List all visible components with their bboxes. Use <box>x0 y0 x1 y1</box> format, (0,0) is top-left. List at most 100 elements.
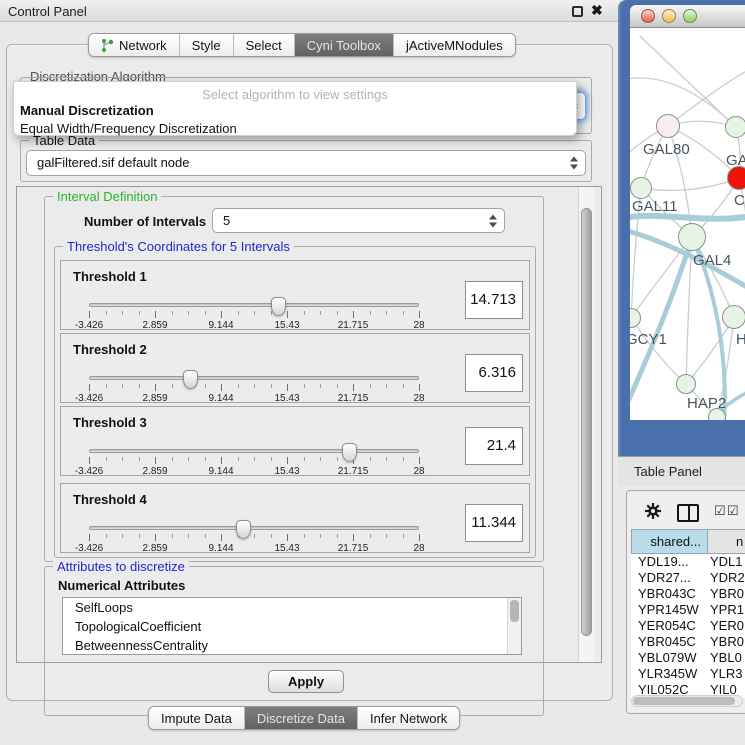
tick-mark <box>419 457 420 464</box>
attribute-item[interactable]: BetweennessCentrality <box>63 636 521 655</box>
tick-mark <box>370 457 371 461</box>
scrollbar-thumb[interactable] <box>510 600 519 622</box>
tick-mark <box>89 384 90 391</box>
tick-mark <box>122 384 123 388</box>
threshold-value-field[interactable]: 14.713 <box>465 281 523 319</box>
network-node-label: GAL4 <box>693 252 731 269</box>
checkbox-icon[interactable]: ☑ <box>727 503 739 519</box>
slider-handle[interactable] <box>236 520 251 539</box>
network-node[interactable] <box>678 223 706 251</box>
tab-label: Style <box>192 38 221 53</box>
slider-handle[interactable] <box>342 443 357 462</box>
tab-label: jActiveMNodules <box>406 38 503 53</box>
tick-mark <box>172 534 173 538</box>
tick-mark <box>106 384 107 388</box>
slider-ticks <box>89 384 419 392</box>
table-cell-name: YBR0 <box>708 634 745 650</box>
algorithm-option-equal-width[interactable]: Equal Width/Frequency Discretization <box>14 120 576 138</box>
close-icon[interactable]: ✖ <box>591 2 603 19</box>
checkbox-icon[interactable]: ☑ <box>714 503 726 519</box>
table-cell-shared-name: YBL079W <box>631 650 708 666</box>
tick-mark <box>254 384 255 388</box>
network-node-label: GCY1 <box>630 331 667 348</box>
close-traffic-light[interactable] <box>641 9 655 23</box>
column-header-name[interactable]: n <box>708 529 745 554</box>
tick-mark <box>254 457 255 461</box>
tick-mark <box>238 384 239 388</box>
tab-jactivemnodules[interactable]: jActiveMNodules <box>394 34 515 56</box>
scrollbar-thumb[interactable] <box>581 208 592 636</box>
tab-cyni-toolbox[interactable]: Cyni Toolbox <box>295 34 394 56</box>
tick-mark <box>353 384 354 391</box>
tick-mark <box>238 311 239 315</box>
apply-button[interactable]: Apply <box>268 670 344 693</box>
tick-mark <box>139 384 140 388</box>
network-view-window[interactable]: GAL80GACGAL11GAL4GCY1HHAP2 <box>618 0 745 456</box>
attribute-item[interactable]: TopologicalCoefficient <box>63 617 521 636</box>
tick-label: 9.144 <box>208 393 233 404</box>
threshold-slider[interactable]: -3.4262.8599.14415.4321.71528 <box>89 518 419 552</box>
control-panel-titlebar: Control Panel ✖ <box>0 0 618 22</box>
tick-mark <box>122 457 123 461</box>
tick-label: -3.426 <box>75 320 103 331</box>
tab-select[interactable]: Select <box>234 34 295 56</box>
table-cell-name: YDR2 <box>708 570 745 586</box>
table-cell-name: YLR3 <box>708 666 745 682</box>
table-row[interactable]: YDL19...YDL1 <box>631 554 745 570</box>
table-row[interactable]: YBL079WYBL0 <box>631 650 745 666</box>
network-canvas[interactable]: GAL80GACGAL11GAL4GCY1HHAP2 <box>630 28 745 420</box>
tick-mark <box>304 457 305 461</box>
zoom-traffic-light[interactable] <box>683 9 697 23</box>
tick-label: -3.426 <box>75 466 103 477</box>
threshold-value-field[interactable]: 11.344 <box>465 504 523 542</box>
tab-infer-network[interactable]: Infer Network <box>358 707 459 729</box>
list-scrollbar[interactable] <box>507 598 521 654</box>
network-node[interactable] <box>725 116 745 138</box>
network-node-label: GAL80 <box>643 141 690 158</box>
network-node[interactable] <box>630 177 652 199</box>
attribute-item[interactable]: SelfLoops <box>63 598 521 617</box>
network-window-titlebar[interactable] <box>630 5 745 28</box>
table-row[interactable]: YBR045CYBR0 <box>631 634 745 650</box>
minimize-traffic-light[interactable] <box>662 9 676 23</box>
network-node[interactable] <box>676 374 696 394</box>
slider-tick-labels: -3.4262.8599.14415.4321.71528 <box>89 466 419 478</box>
tick-mark <box>254 311 255 315</box>
network-node[interactable] <box>656 114 680 138</box>
tick-mark <box>271 384 272 388</box>
tick-label: 21.715 <box>338 466 369 477</box>
scrollbar-thumb[interactable] <box>633 697 735 705</box>
float-window-icon[interactable] <box>572 6 583 17</box>
tab-discretize-data[interactable]: Discretize Data <box>245 707 358 729</box>
threshold-slider[interactable]: -3.4262.8599.14415.4321.71528 <box>89 441 419 475</box>
tab-impute-data[interactable]: Impute Data <box>149 707 245 729</box>
algorithm-option-manual[interactable]: Manual Discretization <box>14 102 576 120</box>
tab-label: Network <box>119 38 167 53</box>
algorithm-dropdown-popup: Select algorithm to view settings Manual… <box>13 81 577 136</box>
table-row[interactable]: YBR043CYBR0 <box>631 586 745 602</box>
table-data-combobox[interactable]: galFiltered.sif default node <box>26 150 586 176</box>
columns-icon[interactable] <box>677 504 699 522</box>
tick-mark <box>320 311 321 315</box>
threshold-slider[interactable]: -3.4262.8599.14415.4321.71528 <box>89 295 419 329</box>
table-row[interactable]: YLR345WYLR3 <box>631 666 745 682</box>
table-row[interactable]: YDR27...YDR2 <box>631 570 745 586</box>
tab-style[interactable]: Style <box>180 34 234 56</box>
tick-mark <box>139 311 140 315</box>
threshold-slider[interactable]: -3.4262.8599.14415.4321.71528 <box>89 368 419 402</box>
table-row[interactable]: YER054CYER0 <box>631 618 745 634</box>
number-of-intervals-label: Number of Intervals <box>84 214 206 229</box>
tick-mark <box>320 457 321 461</box>
number-of-intervals-combobox[interactable]: 5 <box>212 208 505 233</box>
horizontal-scrollbar[interactable] <box>631 695 743 707</box>
threshold-value-field[interactable]: 6.316 <box>465 354 523 392</box>
column-header-shared-name[interactable]: shared... <box>631 529 708 554</box>
gear-icon[interactable] <box>644 502 662 520</box>
tab-network[interactable]: Network <box>89 34 180 56</box>
network-node[interactable] <box>722 305 745 329</box>
threshold-value-field[interactable]: 21.4 <box>465 427 523 465</box>
vertical-scrollbar[interactable] <box>578 187 594 662</box>
network-node[interactable] <box>727 166 745 190</box>
table-row[interactable]: YPR145WYPR1 <box>631 602 745 618</box>
slider-tick-labels: -3.4262.8599.14415.4321.71528 <box>89 543 419 555</box>
